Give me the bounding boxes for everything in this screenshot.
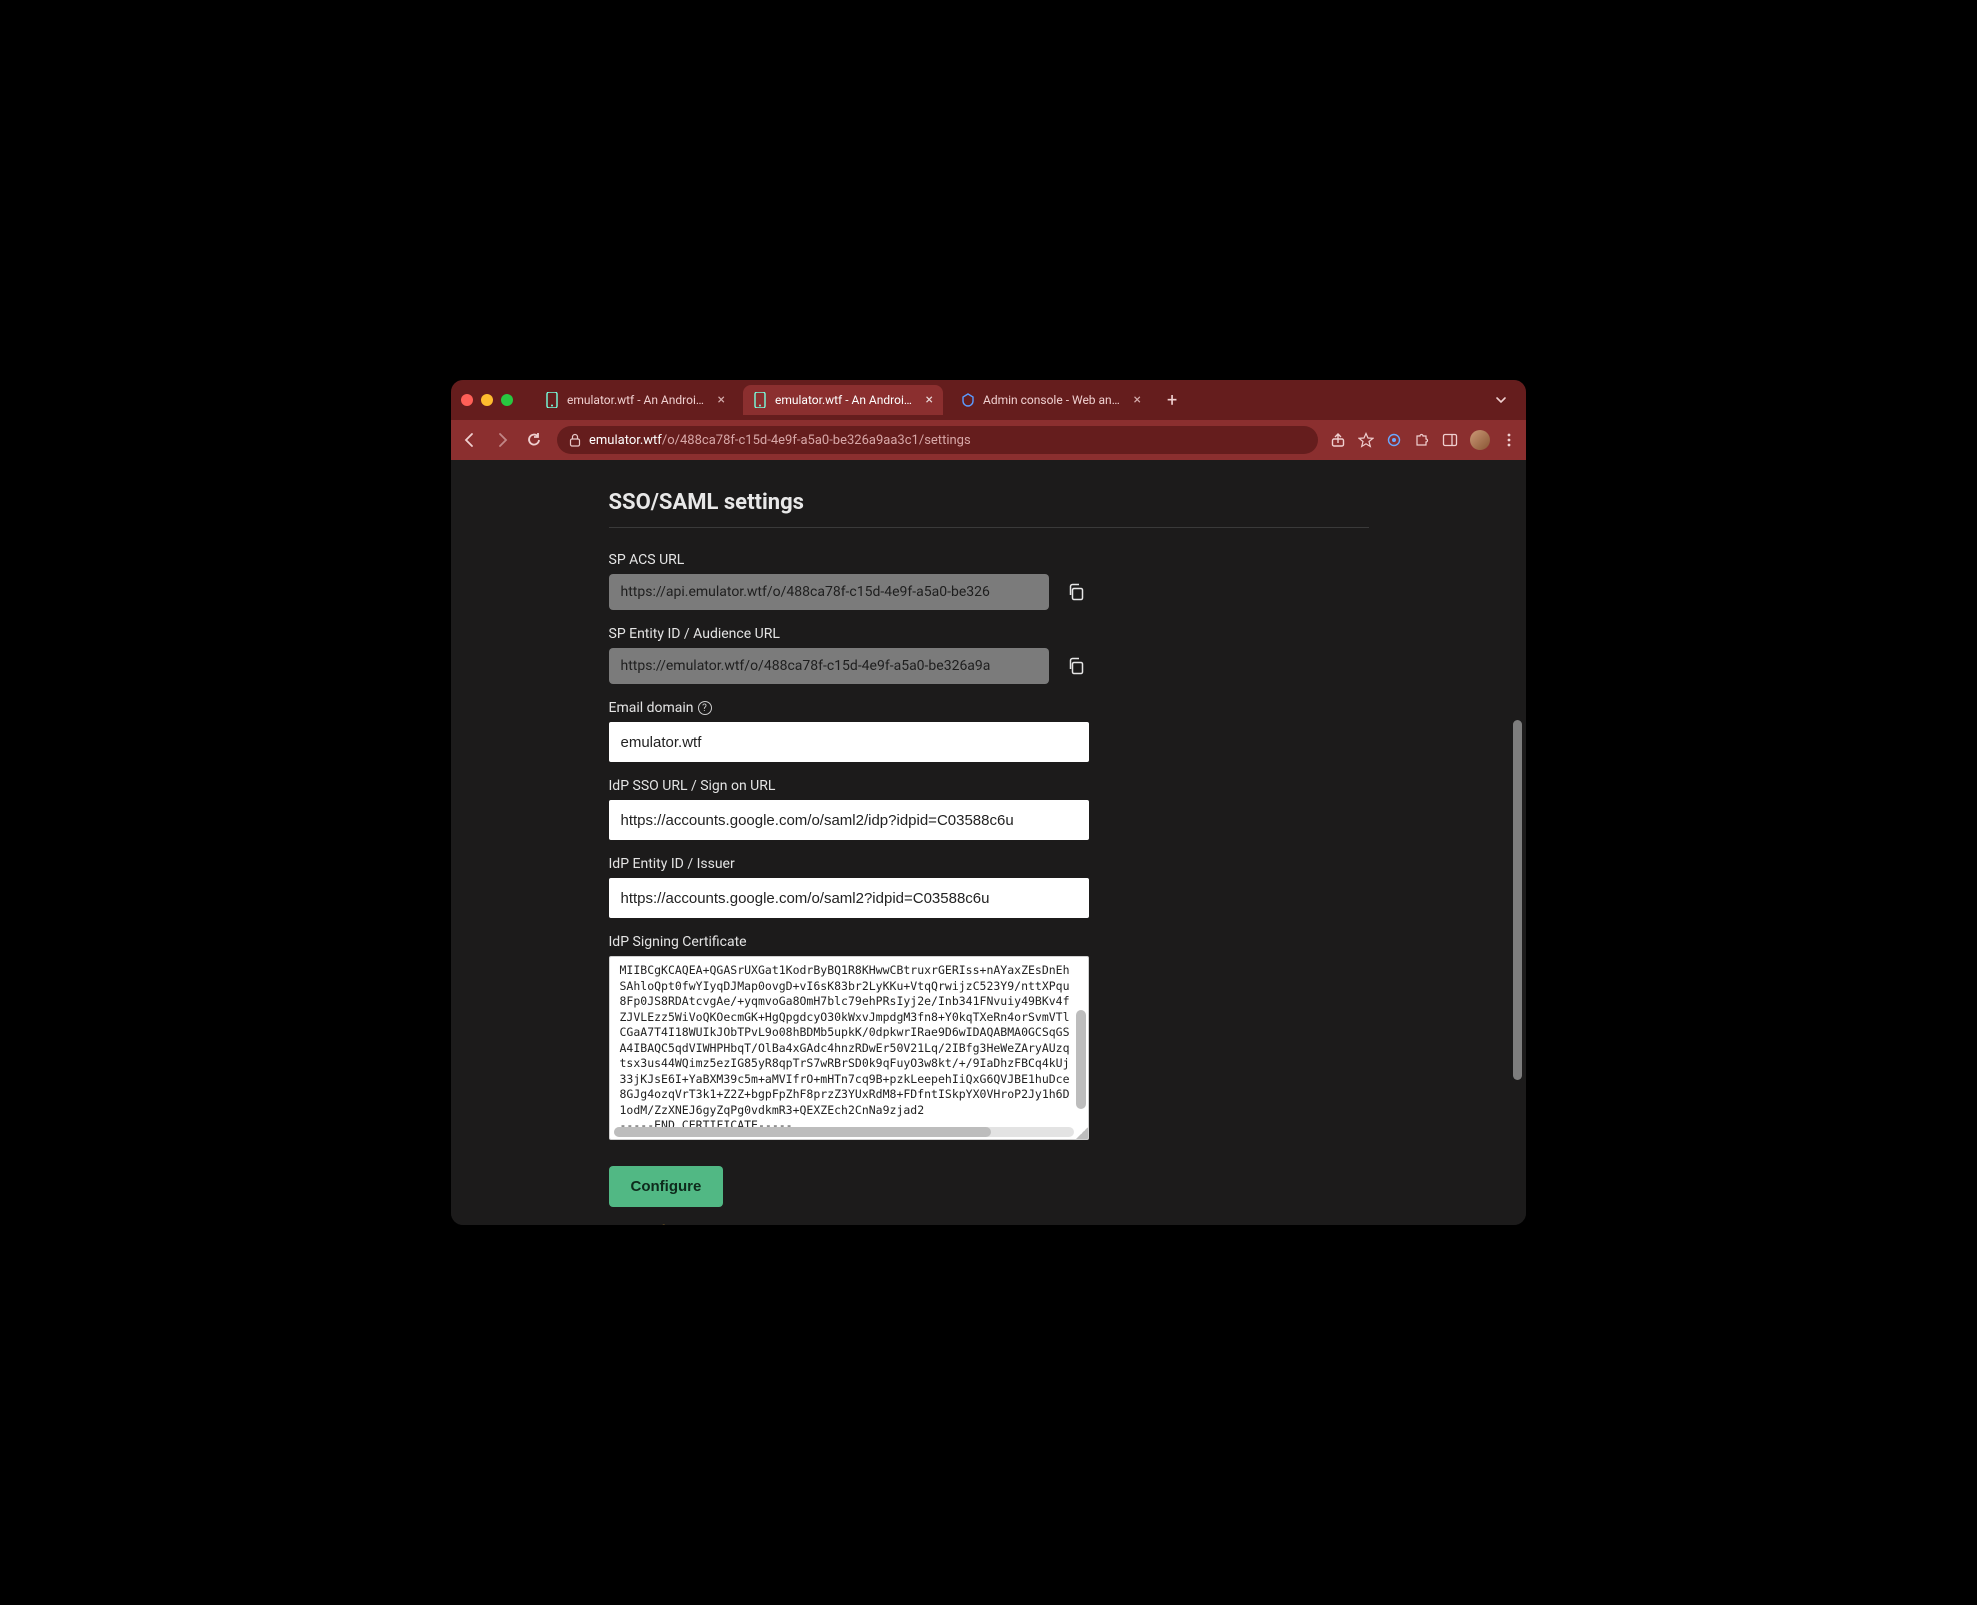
back-button[interactable] bbox=[461, 431, 481, 449]
window-close-button[interactable] bbox=[461, 394, 473, 406]
copy-button[interactable] bbox=[1061, 651, 1091, 681]
toolbar-actions bbox=[1330, 430, 1516, 450]
tab-title: Admin console - Web and mob bbox=[983, 393, 1126, 407]
phone-icon bbox=[545, 393, 559, 407]
side-panel-icon[interactable] bbox=[1442, 432, 1458, 448]
sp-acs-group: SP ACS URL https://api.emulator.wtf/o/48… bbox=[609, 552, 1369, 610]
browser-window: emulator.wtf - An Android clou × emulato… bbox=[451, 380, 1526, 1225]
idp-sso-input[interactable] bbox=[609, 800, 1089, 840]
sp-acs-value[interactable]: https://api.emulator.wtf/o/488ca78f-c15d… bbox=[609, 574, 1049, 610]
close-icon[interactable]: × bbox=[926, 392, 933, 408]
idp-sso-label: IdP SSO URL / Sign on URL bbox=[609, 778, 1369, 794]
scrollbar-vertical[interactable] bbox=[1076, 961, 1086, 1125]
copy-icon bbox=[1066, 582, 1086, 602]
share-icon[interactable] bbox=[1330, 432, 1346, 448]
copy-icon bbox=[1066, 656, 1086, 676]
idp-cert-value: MIIBCgKCAQEA+QGASrUXGat1KodrByBQ1R8KHwwC… bbox=[610, 957, 1088, 1140]
kebab-menu-icon[interactable] bbox=[1502, 432, 1516, 448]
idp-sso-group: IdP SSO URL / Sign on URL bbox=[609, 778, 1369, 840]
resize-grip-icon[interactable] bbox=[1076, 1127, 1088, 1139]
copy-button[interactable] bbox=[1061, 577, 1091, 607]
profile-avatar[interactable] bbox=[1470, 430, 1490, 450]
idp-cert-group: IdP Signing Certificate MIIBCgKCAQEA+QGA… bbox=[609, 934, 1369, 1140]
tabs-menu-button[interactable] bbox=[1486, 393, 1516, 407]
email-domain-label-text: Email domain bbox=[609, 700, 694, 716]
url-text: emulator.wtf/o/488ca78f-c15d-4e9f-a5a0-b… bbox=[589, 433, 971, 448]
address-bar[interactable]: emulator.wtf/o/488ca78f-c15d-4e9f-a5a0-b… bbox=[557, 426, 1318, 454]
page-scrollbar[interactable] bbox=[1512, 470, 1524, 1215]
email-domain-label: Email domain ? bbox=[609, 700, 1369, 716]
sp-acs-label: SP ACS URL bbox=[609, 552, 1369, 568]
toolbar: emulator.wtf/o/488ca78f-c15d-4e9f-a5a0-b… bbox=[451, 420, 1526, 460]
sp-entity-group: SP Entity ID / Audience URL https://emul… bbox=[609, 626, 1369, 684]
page-title: SSO/SAML settings bbox=[609, 490, 1369, 528]
configure-row: Configure bbox=[609, 1166, 1369, 1207]
close-icon[interactable]: × bbox=[1134, 392, 1141, 408]
url-path: /o/488ca78f-c15d-4e9f-a5a0-be326a9aa3c1/… bbox=[662, 433, 971, 448]
email-domain-group: Email domain ? bbox=[609, 700, 1369, 762]
window-maximize-button[interactable] bbox=[501, 394, 513, 406]
scrollbar-horizontal[interactable] bbox=[614, 1127, 1074, 1137]
new-tab-button[interactable]: + bbox=[1159, 390, 1185, 411]
idp-entity-input[interactable] bbox=[609, 878, 1089, 918]
tab-title: emulator.wtf - An Android clou bbox=[775, 393, 918, 407]
tab-strip: emulator.wtf - An Android clou × emulato… bbox=[451, 380, 1526, 420]
window-minimize-button[interactable] bbox=[481, 394, 493, 406]
phone-icon bbox=[753, 393, 767, 407]
google-admin-icon bbox=[961, 393, 975, 407]
idp-cert-textarea[interactable]: MIIBCgKCAQEA+QGASrUXGat1KodrByBQ1R8KHwwC… bbox=[609, 956, 1089, 1140]
email-domain-input[interactable] bbox=[609, 722, 1089, 762]
browser-tab-3[interactable]: Admin console - Web and mob × bbox=[951, 385, 1151, 415]
star-icon[interactable] bbox=[1358, 432, 1374, 448]
idp-entity-group: IdP Entity ID / Issuer bbox=[609, 856, 1369, 918]
window-controls bbox=[461, 394, 513, 406]
tab-title: emulator.wtf - An Android clou bbox=[567, 393, 710, 407]
puzzle-icon[interactable] bbox=[1414, 432, 1430, 448]
configure-button[interactable]: Configure bbox=[609, 1166, 724, 1207]
settings-page: SSO/SAML settings SP ACS URL https://api… bbox=[609, 460, 1369, 1225]
idp-entity-label: IdP Entity ID / Issuer bbox=[609, 856, 1369, 872]
reload-button[interactable] bbox=[525, 431, 545, 449]
idp-cert-label: IdP Signing Certificate bbox=[609, 934, 1369, 950]
forward-button[interactable] bbox=[493, 431, 513, 449]
lock-icon bbox=[569, 433, 581, 447]
close-icon[interactable]: × bbox=[718, 392, 725, 408]
extension-icon[interactable] bbox=[1386, 432, 1402, 448]
browser-tab-1[interactable]: emulator.wtf - An Android clou × bbox=[535, 385, 735, 415]
page-viewport: SSO/SAML settings SP ACS URL https://api… bbox=[451, 460, 1526, 1225]
browser-tab-2[interactable]: emulator.wtf - An Android clou × bbox=[743, 385, 943, 415]
sp-entity-label: SP Entity ID / Audience URL bbox=[609, 626, 1369, 642]
help-icon[interactable]: ? bbox=[698, 701, 712, 715]
url-host: emulator.wtf bbox=[589, 433, 662, 448]
sp-entity-value[interactable]: https://emulator.wtf/o/488ca78f-c15d-4e9… bbox=[609, 648, 1049, 684]
